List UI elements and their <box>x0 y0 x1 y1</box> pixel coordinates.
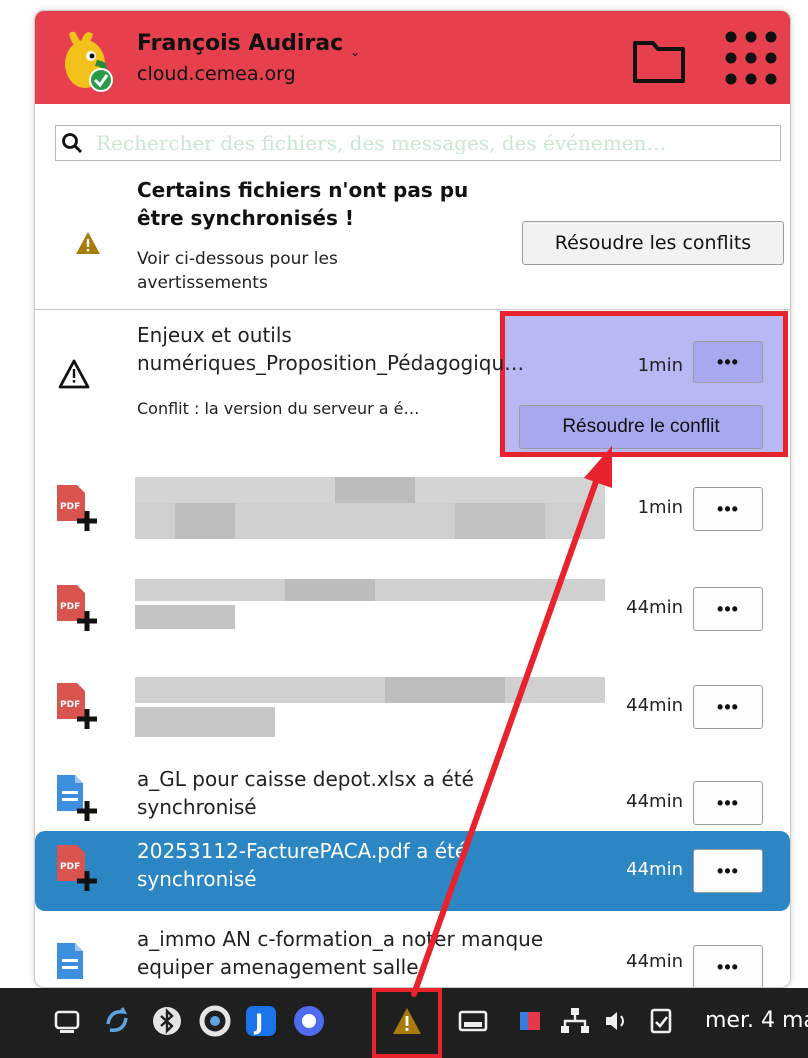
sync-warning-title: Certains fichiers n'ont pas pu être sync… <box>137 178 469 230</box>
activity-row-selected[interactable]: PDF 20253112-FacturePACA.pdf a été synch… <box>35 831 790 911</box>
activity-row[interactable]: PDF 44min ••• <box>35 557 790 659</box>
tray-window-icon[interactable] <box>456 1004 490 1038</box>
activity-row[interactable]: a_immo AN c-formation_a noter manque equ… <box>35 917 790 987</box>
keepassxc-icon[interactable] <box>198 1004 232 1038</box>
activity-title: Enjeux et outils numériques_Proposition_… <box>137 323 525 375</box>
taskbar: J mer. 4 ma <box>0 988 808 1058</box>
volume-icon[interactable] <box>600 1004 634 1038</box>
blurred-filename <box>135 463 605 553</box>
sync-client-icon[interactable] <box>100 1004 134 1038</box>
clock[interactable]: mer. 4 ma <box>705 1008 808 1033</box>
more-options-button[interactable]: ••• <box>693 341 763 383</box>
blurred-filename <box>135 667 605 757</box>
clipboard-icon[interactable] <box>644 1004 678 1038</box>
search-icon <box>61 132 83 154</box>
more-options-button[interactable]: ••• <box>693 587 763 631</box>
more-options-button[interactable]: ••• <box>693 945 763 987</box>
activity-row-conflict[interactable]: Enjeux et outils numériques_Proposition_… <box>35 321 790 449</box>
activity-time: 44min <box>626 859 683 880</box>
activity-subtitle: Conflit : la version du serveur a é… <box>137 399 420 418</box>
flag-icon[interactable] <box>514 1004 548 1038</box>
more-options-button[interactable]: ••• <box>693 781 763 825</box>
chevron-down-icon[interactable]: ⌄ <box>350 45 360 59</box>
activity-time: 44min <box>626 597 683 618</box>
account-server: cloud.cemea.org <box>137 63 296 85</box>
more-options-button[interactable]: ••• <box>693 849 763 893</box>
chat-icon[interactable] <box>50 1004 84 1038</box>
pdf-file-icon: PDF <box>53 481 103 537</box>
sync-warning-text: Voir ci-dessous pour les avertissements <box>137 249 338 293</box>
svg-text:J: J <box>253 1011 263 1036</box>
bluetooth-icon[interactable] <box>150 1004 184 1038</box>
pdf-file-icon: PDF <box>53 581 103 637</box>
resolve-conflict-button[interactable]: Résoudre le conflit <box>519 405 763 449</box>
activity-time: 1min <box>637 497 683 518</box>
search-placeholder: Rechercher des fichiers, des messages, d… <box>96 131 667 155</box>
pdf-file-icon: PDF <box>53 679 103 735</box>
resolve-conflicts-button[interactable]: Résoudre les conflits <box>522 221 784 265</box>
joplin-icon[interactable]: J <box>244 1004 278 1038</box>
warning-icon <box>75 231 101 255</box>
nextcloud-popup: François Audirac ⌄ cloud.cemea.org Reche… <box>34 10 791 988</box>
svg-text:PDF: PDF <box>60 502 80 512</box>
document-file-icon <box>53 939 103 987</box>
blurred-filename <box>135 575 605 665</box>
apps-grid-icon[interactable] <box>721 27 781 89</box>
sync-warning: Certains fichiers n'ont pas pu être sync… <box>35 171 790 309</box>
gear-app-icon[interactable] <box>292 1004 326 1038</box>
svg-text:PDF: PDF <box>60 602 80 612</box>
more-options-button[interactable]: ••• <box>693 487 763 531</box>
nextcloud-warning-icon[interactable] <box>390 1004 424 1038</box>
activity-time: 44min <box>626 951 683 972</box>
activity-title: a_immo AN c-formation_a noter manque equ… <box>137 927 544 979</box>
avatar[interactable] <box>55 26 123 94</box>
activity-time: 44min <box>626 791 683 812</box>
document-file-icon <box>53 771 103 827</box>
svg-text:PDF: PDF <box>60 862 80 872</box>
activity-time: 1min <box>637 355 683 376</box>
svg-text:PDF: PDF <box>60 700 80 710</box>
pdf-file-icon: PDF <box>53 841 103 897</box>
warning-outline-icon <box>53 355 103 411</box>
folder-icon[interactable] <box>631 37 687 85</box>
divider <box>35 309 790 310</box>
network-icon[interactable] <box>558 1004 592 1038</box>
activity-title: a_GL pour caisse depot.xlsx a été synchr… <box>137 767 474 819</box>
activity-row[interactable]: PDF 1min ••• <box>35 457 790 559</box>
activity-title: 20253112-FacturePACA.pdf a été synchroni… <box>137 839 468 891</box>
activity-time: 44min <box>626 695 683 716</box>
more-options-button[interactable]: ••• <box>693 685 763 729</box>
activity-row[interactable]: PDF 44min ••• <box>35 657 790 759</box>
account-header: François Audirac ⌄ cloud.cemea.org <box>35 11 790 104</box>
account-name[interactable]: François Audirac <box>137 31 343 56</box>
search-input[interactable]: Rechercher des fichiers, des messages, d… <box>55 125 781 161</box>
